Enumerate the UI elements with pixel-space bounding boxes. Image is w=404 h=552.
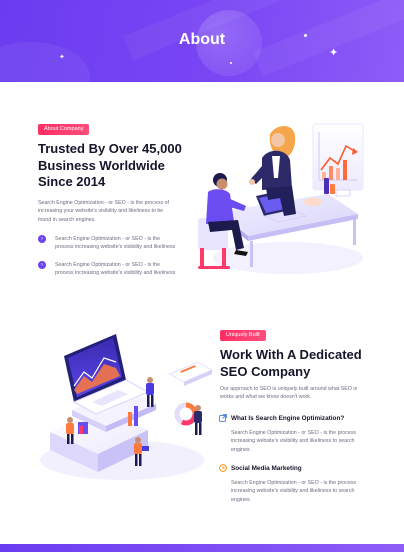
feature-line: engines. [231, 446, 252, 453]
team-at-desk-illustration [198, 123, 364, 274]
heading-line: Since 2014 [38, 174, 106, 189]
section2-heading: Work With A Dedicated SEO Company [220, 347, 390, 380]
bar-element [128, 412, 132, 426]
clock-icon [219, 464, 227, 472]
seo-analytics-illustration [40, 334, 214, 480]
description-line: found in search engines. [38, 216, 96, 223]
feature-line: increasing website's visibility and like… [231, 488, 355, 495]
heading-line: SEO Company [220, 363, 311, 379]
heading-line: Business Worldwide [38, 157, 165, 173]
donut-chart [174, 402, 198, 426]
sparkle-icon: ✦ [59, 54, 65, 61]
hero-banner: ✦ ✦ About [0, 0, 404, 82]
open-external-icon [219, 414, 227, 422]
description-line: Search Engine Optimization - or SEO - is… [38, 200, 170, 206]
sparkle-icon: ✦ [329, 47, 339, 59]
book [330, 184, 335, 194]
description-line: works and what we know doesn't work. [220, 394, 312, 401]
feature-description: Search Engine Optimization - or SEO - is… [231, 429, 381, 454]
page-title: About [178, 31, 226, 48]
star-dot [230, 62, 232, 64]
about-page: ✦ ✦ About About Company Trusted By Over … [0, 0, 404, 552]
small-panel [168, 361, 214, 386]
list-item: Search Engine Optimization - or SEO - is… [55, 261, 195, 278]
list-item-line: process increasing website's visibility … [55, 244, 176, 251]
book [324, 178, 329, 194]
feature-line: Search Engine Optimization - or SEO - is… [231, 430, 357, 436]
growth-chart [312, 123, 364, 191]
feature-title: What Is Search Engine Optimization? [231, 415, 345, 422]
description-line: Our approach to SEO is uniquely built ar… [220, 386, 358, 392]
uniquely-built-badge: Uniquely Built [220, 330, 266, 341]
section2-description: Our approach to SEO is uniquely built ar… [220, 385, 380, 402]
footer-bar [0, 544, 404, 552]
chevron-right-icon: › [38, 261, 46, 269]
heading-line: Trusted By Over 45,000 [38, 141, 182, 156]
feature-title: Social Media Marketing [231, 465, 302, 472]
feature-line: Search Engine Optimization - or SEO - is… [231, 480, 357, 486]
list-item-line: Search Engine Optimization - or SEO - is… [55, 236, 161, 242]
list-item-line: process increasing website's visibility … [55, 270, 176, 277]
section1-heading: Trusted By Over 45,000 Business Worldwid… [38, 141, 208, 191]
coffee-cup [304, 198, 322, 206]
chevron-right-icon: › [38, 235, 46, 243]
heading-line: Work With A Dedicated [220, 347, 362, 362]
about-company-badge: About Company [38, 124, 90, 135]
section1-description: Search Engine Optimization - or SEO - is… [38, 199, 198, 224]
feature-line: increasing website's visibility and like… [231, 438, 355, 445]
feature-description: Search Engine Optimization - or SEO - is… [231, 479, 381, 504]
feature-line: engines. [231, 496, 252, 503]
list-item-line: Search Engine Optimization - or SEO - is… [55, 262, 161, 268]
bar-element [134, 406, 138, 426]
list-item: Search Engine Optimization - or SEO - is… [55, 235, 195, 252]
description-line: increasing your website's visibility and… [38, 208, 164, 215]
